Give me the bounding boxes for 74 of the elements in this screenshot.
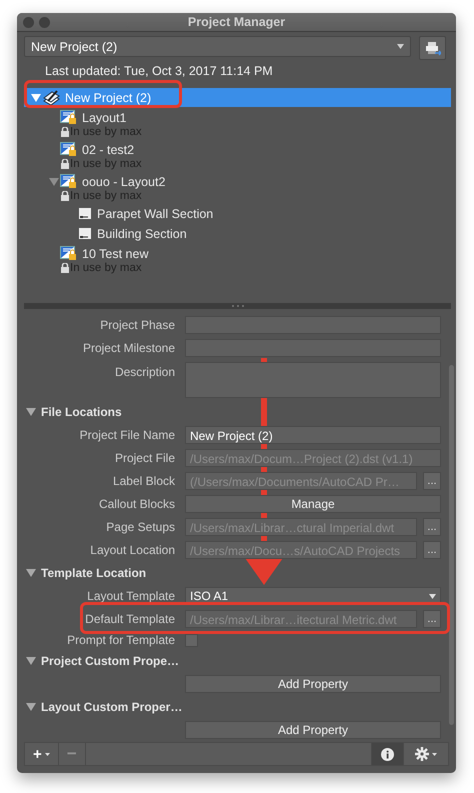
field-label: Project Phase <box>99 318 175 332</box>
tree-row[interactable]: New Project (2) <box>24 88 451 107</box>
field-label: Label Block <box>112 474 175 488</box>
field-label: Layout Location <box>89 543 175 557</box>
disclosure-triangle-icon[interactable] <box>26 568 36 578</box>
lock-icon <box>61 159 69 169</box>
section-header[interactable]: Project Custom Prope… <box>41 654 180 668</box>
caret-icon <box>429 594 436 598</box>
tree-label: oouo - Layout2 <box>82 174 166 188</box>
disclosure-triangle-icon[interactable] <box>31 92 41 102</box>
section-header[interactable]: Template Location <box>41 566 146 580</box>
printer-icon <box>424 40 440 56</box>
field-label: Page Setups <box>105 520 175 534</box>
tree-label: 10 Test new <box>82 246 148 260</box>
add-button[interactable]: + <box>25 743 59 765</box>
tree-row[interactable]: Layout1 <box>24 108 451 127</box>
close-button[interactable] <box>23 16 34 28</box>
disclosure-triangle-icon[interactable] <box>49 176 59 186</box>
tree-label: New Project (2) <box>65 90 152 104</box>
tree-row[interactable]: Building Section <box>24 224 451 243</box>
lock-icon <box>61 127 69 137</box>
lock-icon <box>61 191 69 201</box>
browse-button[interactable]: ... <box>423 541 441 559</box>
window-title: Project Manager <box>188 15 286 29</box>
field-label: Layout Template <box>86 589 175 603</box>
tree-row[interactable]: 10 Test new <box>24 244 451 263</box>
disclosure-triangle-icon[interactable] <box>26 407 36 417</box>
layout-icon <box>60 142 77 157</box>
action-button[interactable]: Add Property <box>185 721 441 739</box>
browse-button[interactable]: ... <box>423 472 441 490</box>
field-label: Description <box>114 364 175 379</box>
settings-icon <box>415 747 429 761</box>
info-button[interactable] <box>371 743 404 765</box>
field-label: Project File Name <box>78 428 175 442</box>
layout-icon <box>60 174 77 189</box>
sheet-icon <box>78 227 92 240</box>
info-icon <box>381 748 394 760</box>
text-field[interactable]: New Project (2) <box>185 426 441 444</box>
field-label: Project File <box>114 451 175 465</box>
field-label: Project Milestone <box>82 341 175 355</box>
field-label: Default Template <box>84 612 175 626</box>
section-header[interactable]: Layout Custom Proper… <box>41 700 182 714</box>
disclosure-triangle-icon[interactable] <box>26 702 36 712</box>
action-button[interactable]: Manage <box>185 495 441 513</box>
browse-button[interactable]: ... <box>423 518 441 536</box>
last-updated-text: Last updated: Tue, Oct 3, 2017 11:14 PM <box>44 63 274 80</box>
checkbox[interactable] <box>185 634 198 646</box>
description-field[interactable] <box>185 362 441 398</box>
tree-label: Layout1 <box>82 110 126 124</box>
action-button[interactable]: Add Property <box>185 675 441 693</box>
tree-label: Parapet Wall Section <box>97 206 214 220</box>
tree-row[interactable]: Parapet Wall Section <box>24 204 451 223</box>
tree-row[interactable]: 02 - test2 <box>24 140 451 159</box>
minimize-button[interactable] <box>39 16 50 28</box>
browse-button[interactable]: ... <box>423 610 441 628</box>
project-button[interactable] <box>419 36 446 60</box>
tree-label: 02 - test2 <box>82 142 134 156</box>
disclosure-triangle-icon[interactable] <box>26 656 36 666</box>
caret-icon <box>432 752 437 756</box>
tree-row[interactable]: oouo - Layout2 <box>24 172 451 191</box>
lock-icon <box>61 263 69 273</box>
field-label: Prompt for Template <box>66 633 175 647</box>
project-icon <box>42 90 60 106</box>
section-header[interactable]: File Locations <box>41 405 122 419</box>
sheet-icon <box>78 207 92 220</box>
layout-icon <box>60 246 77 261</box>
caret-icon <box>397 44 404 49</box>
tree-label: Building Section <box>97 226 187 240</box>
layout-icon <box>60 110 77 125</box>
scrollbar[interactable] <box>449 365 454 725</box>
caret-icon <box>44 752 50 756</box>
text-field[interactable] <box>185 339 441 357</box>
field-label: Callout Blocks <box>98 497 175 511</box>
project-dropdown[interactable]: New Project (2) <box>24 36 411 57</box>
